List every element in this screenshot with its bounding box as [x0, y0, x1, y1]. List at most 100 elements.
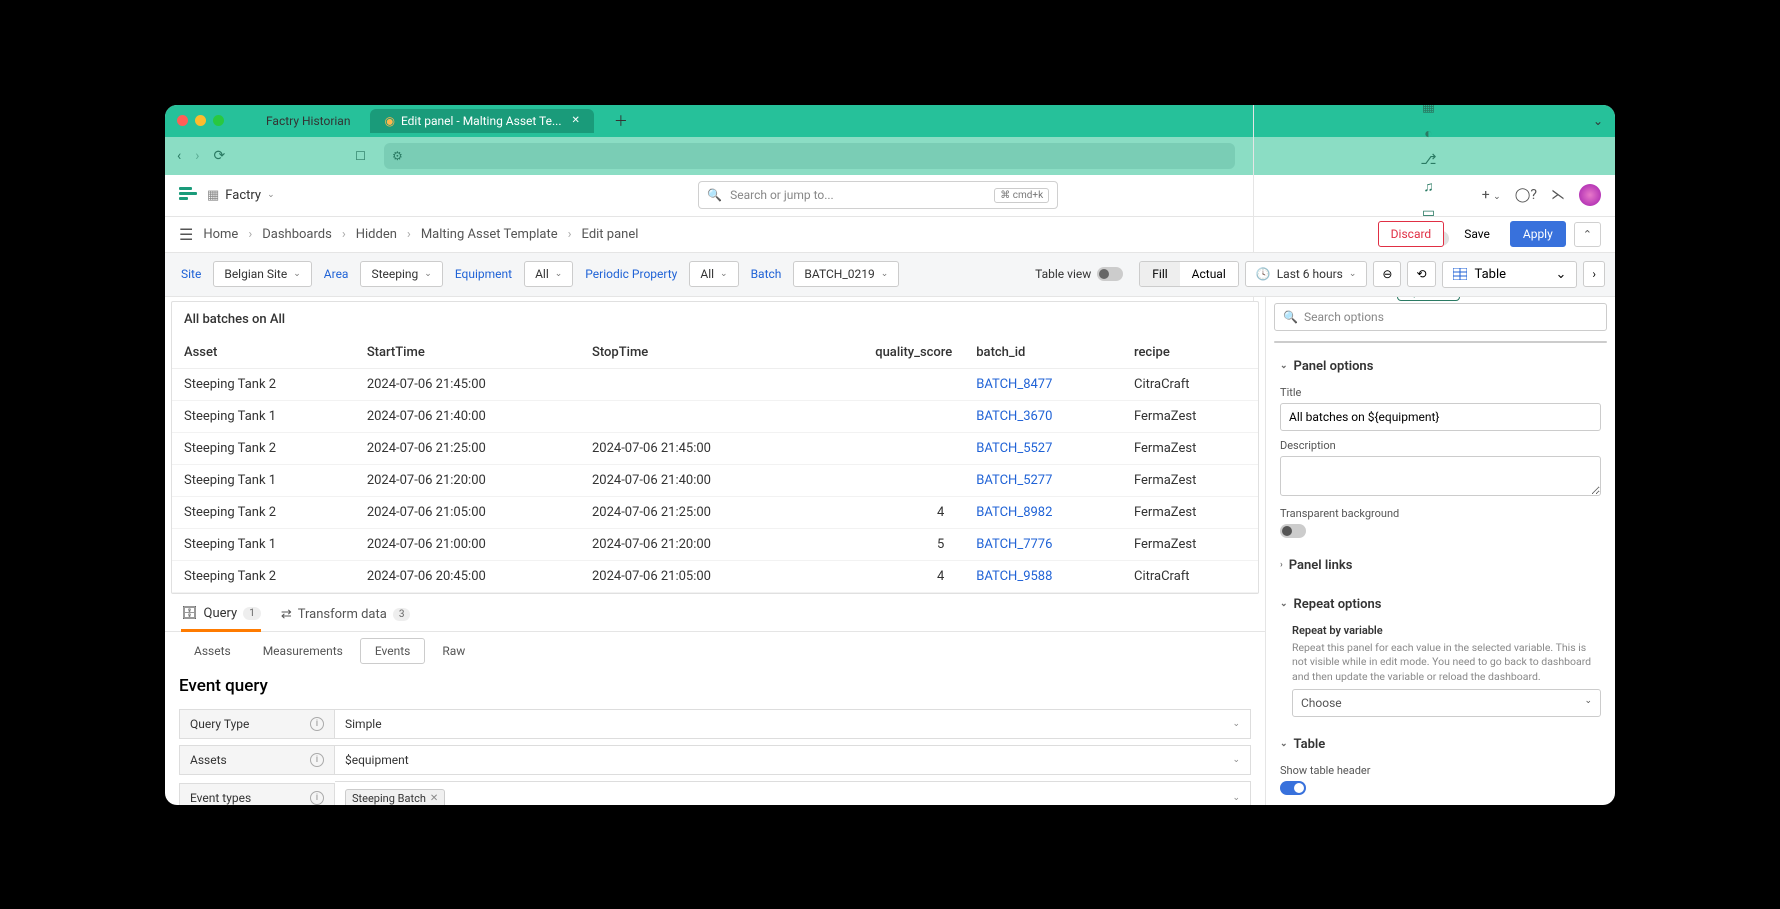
- table-row[interactable]: Steeping Tank 12024-07-06 21:20:002024-0…: [172, 464, 1258, 496]
- subtab-assets[interactable]: Assets: [179, 638, 246, 664]
- rss-icon[interactable]: ⋋: [1551, 187, 1565, 203]
- maximize-window-icon[interactable]: [213, 115, 224, 126]
- toggle-icon[interactable]: [1097, 267, 1123, 281]
- event-type-chip[interactable]: Steeping Batch✕: [345, 789, 445, 805]
- search-options-input[interactable]: 🔍 Search options: [1274, 303, 1607, 331]
- transparent-label: Transparent background: [1280, 507, 1601, 520]
- save-button[interactable]: Save: [1452, 222, 1502, 246]
- remove-chip-icon[interactable]: ✕: [430, 793, 438, 804]
- add-icon[interactable]: + ⌄: [1482, 187, 1501, 203]
- repeat-by-label: Repeat by variable: [1292, 624, 1601, 637]
- menu-icon[interactable]: ☰: [179, 225, 193, 244]
- info-icon[interactable]: i: [310, 753, 324, 767]
- fill-option[interactable]: Fill: [1140, 262, 1179, 286]
- title-input[interactable]: [1280, 403, 1601, 431]
- table-row[interactable]: Steeping Tank 12024-07-06 21:00:002024-0…: [172, 528, 1258, 560]
- extension-icon-3[interactable]: ◐: [1424, 125, 1432, 142]
- zoom-out-icon[interactable]: ⊖: [1373, 261, 1401, 287]
- panel-options-section[interactable]: ⌄Panel options: [1280, 355, 1601, 378]
- periodic-picker[interactable]: All⌄: [689, 261, 738, 287]
- query-tabs: 🗄 Query 1 ⇄ Transform data 3: [165, 598, 1265, 632]
- reload-icon[interactable]: ⟳: [213, 148, 225, 164]
- minimize-window-icon[interactable]: [195, 115, 206, 126]
- breadcrumb-template[interactable]: Malting Asset Template: [421, 227, 558, 242]
- breadcrumb-hidden[interactable]: Hidden: [356, 227, 397, 242]
- avatar[interactable]: [1579, 184, 1601, 206]
- description-input[interactable]: [1280, 456, 1601, 496]
- bookmark-icon[interactable]: ☐: [355, 149, 366, 163]
- col-stop[interactable]: StopTime: [580, 337, 805, 369]
- description-label: Description: [1280, 439, 1601, 452]
- info-icon[interactable]: i: [310, 791, 324, 805]
- query-type-select[interactable]: Simple⌄: [335, 709, 1251, 739]
- back-icon[interactable]: ‹: [177, 148, 181, 164]
- table-section[interactable]: ⌄Table: [1280, 733, 1601, 756]
- options-sidebar: 🔍 Search options All Overrides ⌄Panel op…: [1265, 297, 1615, 805]
- batch-picker[interactable]: BATCH_0219⌄: [793, 261, 899, 287]
- area-picker[interactable]: Steeping⌄: [360, 261, 442, 287]
- breadcrumb-dashboards[interactable]: Dashboards: [262, 227, 332, 242]
- app-logo-icon[interactable]: [179, 187, 197, 203]
- browser-window: Factry Historian ◉ Edit panel - Malting …: [165, 105, 1615, 805]
- fill-actual-segment[interactable]: Fill Actual: [1139, 261, 1239, 287]
- visualization-picker[interactable]: Table ⌄: [1442, 261, 1578, 288]
- close-window-icon[interactable]: [177, 115, 188, 126]
- info-icon[interactable]: i: [310, 717, 324, 731]
- extension-icon-4[interactable]: ⎇: [1420, 152, 1436, 168]
- apply-button[interactable]: Apply: [1510, 221, 1566, 247]
- repeat-select[interactable]: Choose⌄: [1292, 689, 1601, 717]
- options-tabs[interactable]: All Overrides: [1274, 341, 1607, 343]
- query-subtabs: Assets Measurements Events Raw: [165, 632, 1265, 670]
- tab-overrides[interactable]: Overrides: [1441, 342, 1607, 343]
- col-asset[interactable]: Asset: [172, 337, 355, 369]
- time-range-picker[interactable]: 🕓Last 6 hours⌄: [1245, 261, 1368, 287]
- col-batch[interactable]: batch_id: [964, 337, 1122, 369]
- col-recipe[interactable]: recipe: [1122, 337, 1258, 369]
- show-header-toggle[interactable]: [1280, 781, 1306, 795]
- table-row[interactable]: Steeping Tank 22024-07-06 21:05:002024-0…: [172, 496, 1258, 528]
- table-row[interactable]: Steeping Tank 12024-07-06 21:40:00BATCH_…: [172, 400, 1258, 432]
- tab-transform[interactable]: ⇄ Transform data 3: [281, 606, 411, 631]
- url-bar[interactable]: ⚙: [384, 143, 1235, 169]
- subtab-events[interactable]: Events: [360, 638, 426, 664]
- breadcrumb-home[interactable]: Home: [203, 227, 238, 242]
- workspace-picker[interactable]: ▦ Factry ⌄: [207, 188, 275, 203]
- global-search-input[interactable]: 🔍 Search or jump to... ⌘ cmd+k: [698, 181, 1058, 209]
- tab-query[interactable]: 🗄 Query 1: [181, 606, 261, 632]
- equipment-picker[interactable]: All⌄: [524, 261, 573, 287]
- tab-all[interactable]: All: [1275, 342, 1441, 343]
- forward-icon[interactable]: ›: [195, 148, 199, 164]
- col-quality[interactable]: quality_score: [805, 337, 964, 369]
- site-picker[interactable]: Belgian Site⌄: [213, 261, 311, 287]
- subtab-measurements[interactable]: Measurements: [248, 638, 358, 664]
- database-icon: 🗄: [181, 606, 198, 621]
- browser-tab-1[interactable]: Factry Historian: [252, 109, 364, 133]
- sidebar-toggle-icon[interactable]: ›: [1583, 261, 1605, 287]
- repeat-help-text: Repeat this panel for each value in the …: [1292, 641, 1601, 685]
- query-type-label: Query Typei: [179, 709, 335, 739]
- breadcrumb-current: Edit panel: [582, 227, 639, 242]
- transparent-toggle[interactable]: [1280, 524, 1306, 538]
- repeat-options-section[interactable]: ⌄Repeat options: [1280, 593, 1601, 616]
- assets-select[interactable]: $equipment⌄: [335, 745, 1251, 775]
- subtab-raw[interactable]: Raw: [427, 638, 480, 664]
- help-icon[interactable]: ◯?: [1515, 187, 1537, 203]
- new-tab-button[interactable]: ＋: [600, 106, 642, 136]
- extension-icon-2[interactable]: ▦: [1422, 105, 1435, 115]
- table-view-toggle[interactable]: Table view: [1025, 262, 1133, 286]
- table-row[interactable]: Steeping Tank 22024-07-06 21:25:002024-0…: [172, 432, 1258, 464]
- close-tab-icon[interactable]: ✕: [571, 115, 579, 126]
- discard-button[interactable]: Discard: [1378, 221, 1445, 247]
- refresh-icon[interactable]: ⟲: [1407, 261, 1435, 287]
- event-types-select[interactable]: Steeping Batch✕ ⌄: [335, 781, 1251, 805]
- table-row[interactable]: Steeping Tank 22024-07-06 20:45:002024-0…: [172, 560, 1258, 592]
- actual-option[interactable]: Actual: [1180, 262, 1238, 286]
- col-start[interactable]: StartTime: [355, 337, 580, 369]
- site-settings-icon[interactable]: ⚙: [392, 149, 403, 163]
- panel-links-section[interactable]: ›Panel links: [1280, 554, 1601, 577]
- collapse-icon[interactable]: ⌃: [1574, 222, 1601, 247]
- table-row[interactable]: Steeping Tank 22024-07-06 21:45:00BATCH_…: [172, 368, 1258, 400]
- browser-tab-2[interactable]: ◉ Edit panel - Malting Asset Te... ✕: [370, 109, 593, 133]
- site-label: Site: [175, 267, 207, 281]
- tab-title: Edit panel - Malting Asset Te...: [401, 114, 562, 128]
